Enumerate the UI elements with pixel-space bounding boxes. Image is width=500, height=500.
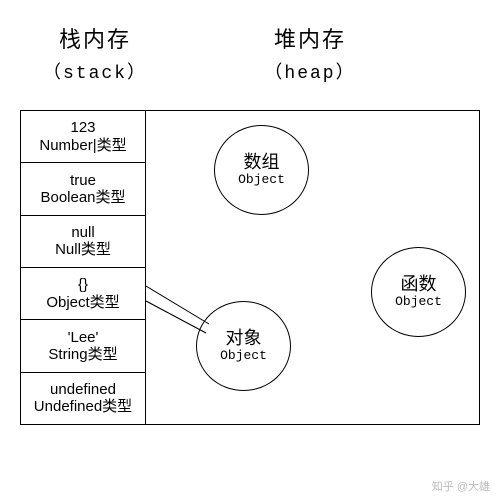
stack-value: true bbox=[70, 172, 96, 189]
stack-type: Number|类型 bbox=[39, 137, 126, 154]
stack-cell: true Boolean类型 bbox=[21, 163, 145, 215]
stack-type: Undefined类型 bbox=[34, 398, 132, 415]
stack-column: 123 Number|类型 true Boolean类型 null Null类型… bbox=[21, 111, 146, 424]
heap-object-array: 数组 Object bbox=[214, 125, 309, 215]
heap-title: 堆内存 bbox=[245, 22, 375, 54]
stack-cell: 123 Number|类型 bbox=[21, 111, 145, 163]
stack-value: null bbox=[71, 224, 94, 241]
heap-type: Object bbox=[220, 349, 267, 364]
heap-object-object: 对象 Object bbox=[196, 301, 291, 391]
stack-cell: 'Lee' String类型 bbox=[21, 320, 145, 372]
heap-type: Object bbox=[395, 295, 442, 310]
stack-value: 123 bbox=[70, 119, 95, 136]
heap-subtitle: （heap） bbox=[245, 58, 375, 84]
heap-label: 对象 bbox=[226, 328, 262, 349]
stack-type: Object类型 bbox=[46, 294, 119, 311]
stack-value: 'Lee' bbox=[68, 329, 99, 346]
stack-type: String类型 bbox=[48, 346, 117, 363]
stack-subtitle: （stack） bbox=[30, 58, 160, 84]
heap-type: Object bbox=[238, 173, 285, 188]
heap-label: 数组 bbox=[244, 152, 280, 173]
watermark: 知乎 @大雄 bbox=[432, 478, 490, 494]
stack-cell: null Null类型 bbox=[21, 216, 145, 268]
heap-column: 数组 Object 对象 Object 函数 Object bbox=[146, 111, 479, 424]
stack-cell: undefined Undefined类型 bbox=[21, 373, 145, 424]
heap-object-function: 函数 Object bbox=[371, 247, 466, 337]
stack-title: 栈内存 bbox=[30, 22, 160, 54]
stack-type: Null类型 bbox=[55, 241, 111, 258]
stack-value: undefined bbox=[50, 381, 116, 398]
memory-diagram: 123 Number|类型 true Boolean类型 null Null类型… bbox=[20, 110, 480, 425]
stack-value: {} bbox=[78, 276, 88, 293]
heap-label: 函数 bbox=[401, 274, 437, 295]
stack-type: Boolean类型 bbox=[40, 189, 125, 206]
stack-cell: {} Object类型 bbox=[21, 268, 145, 320]
